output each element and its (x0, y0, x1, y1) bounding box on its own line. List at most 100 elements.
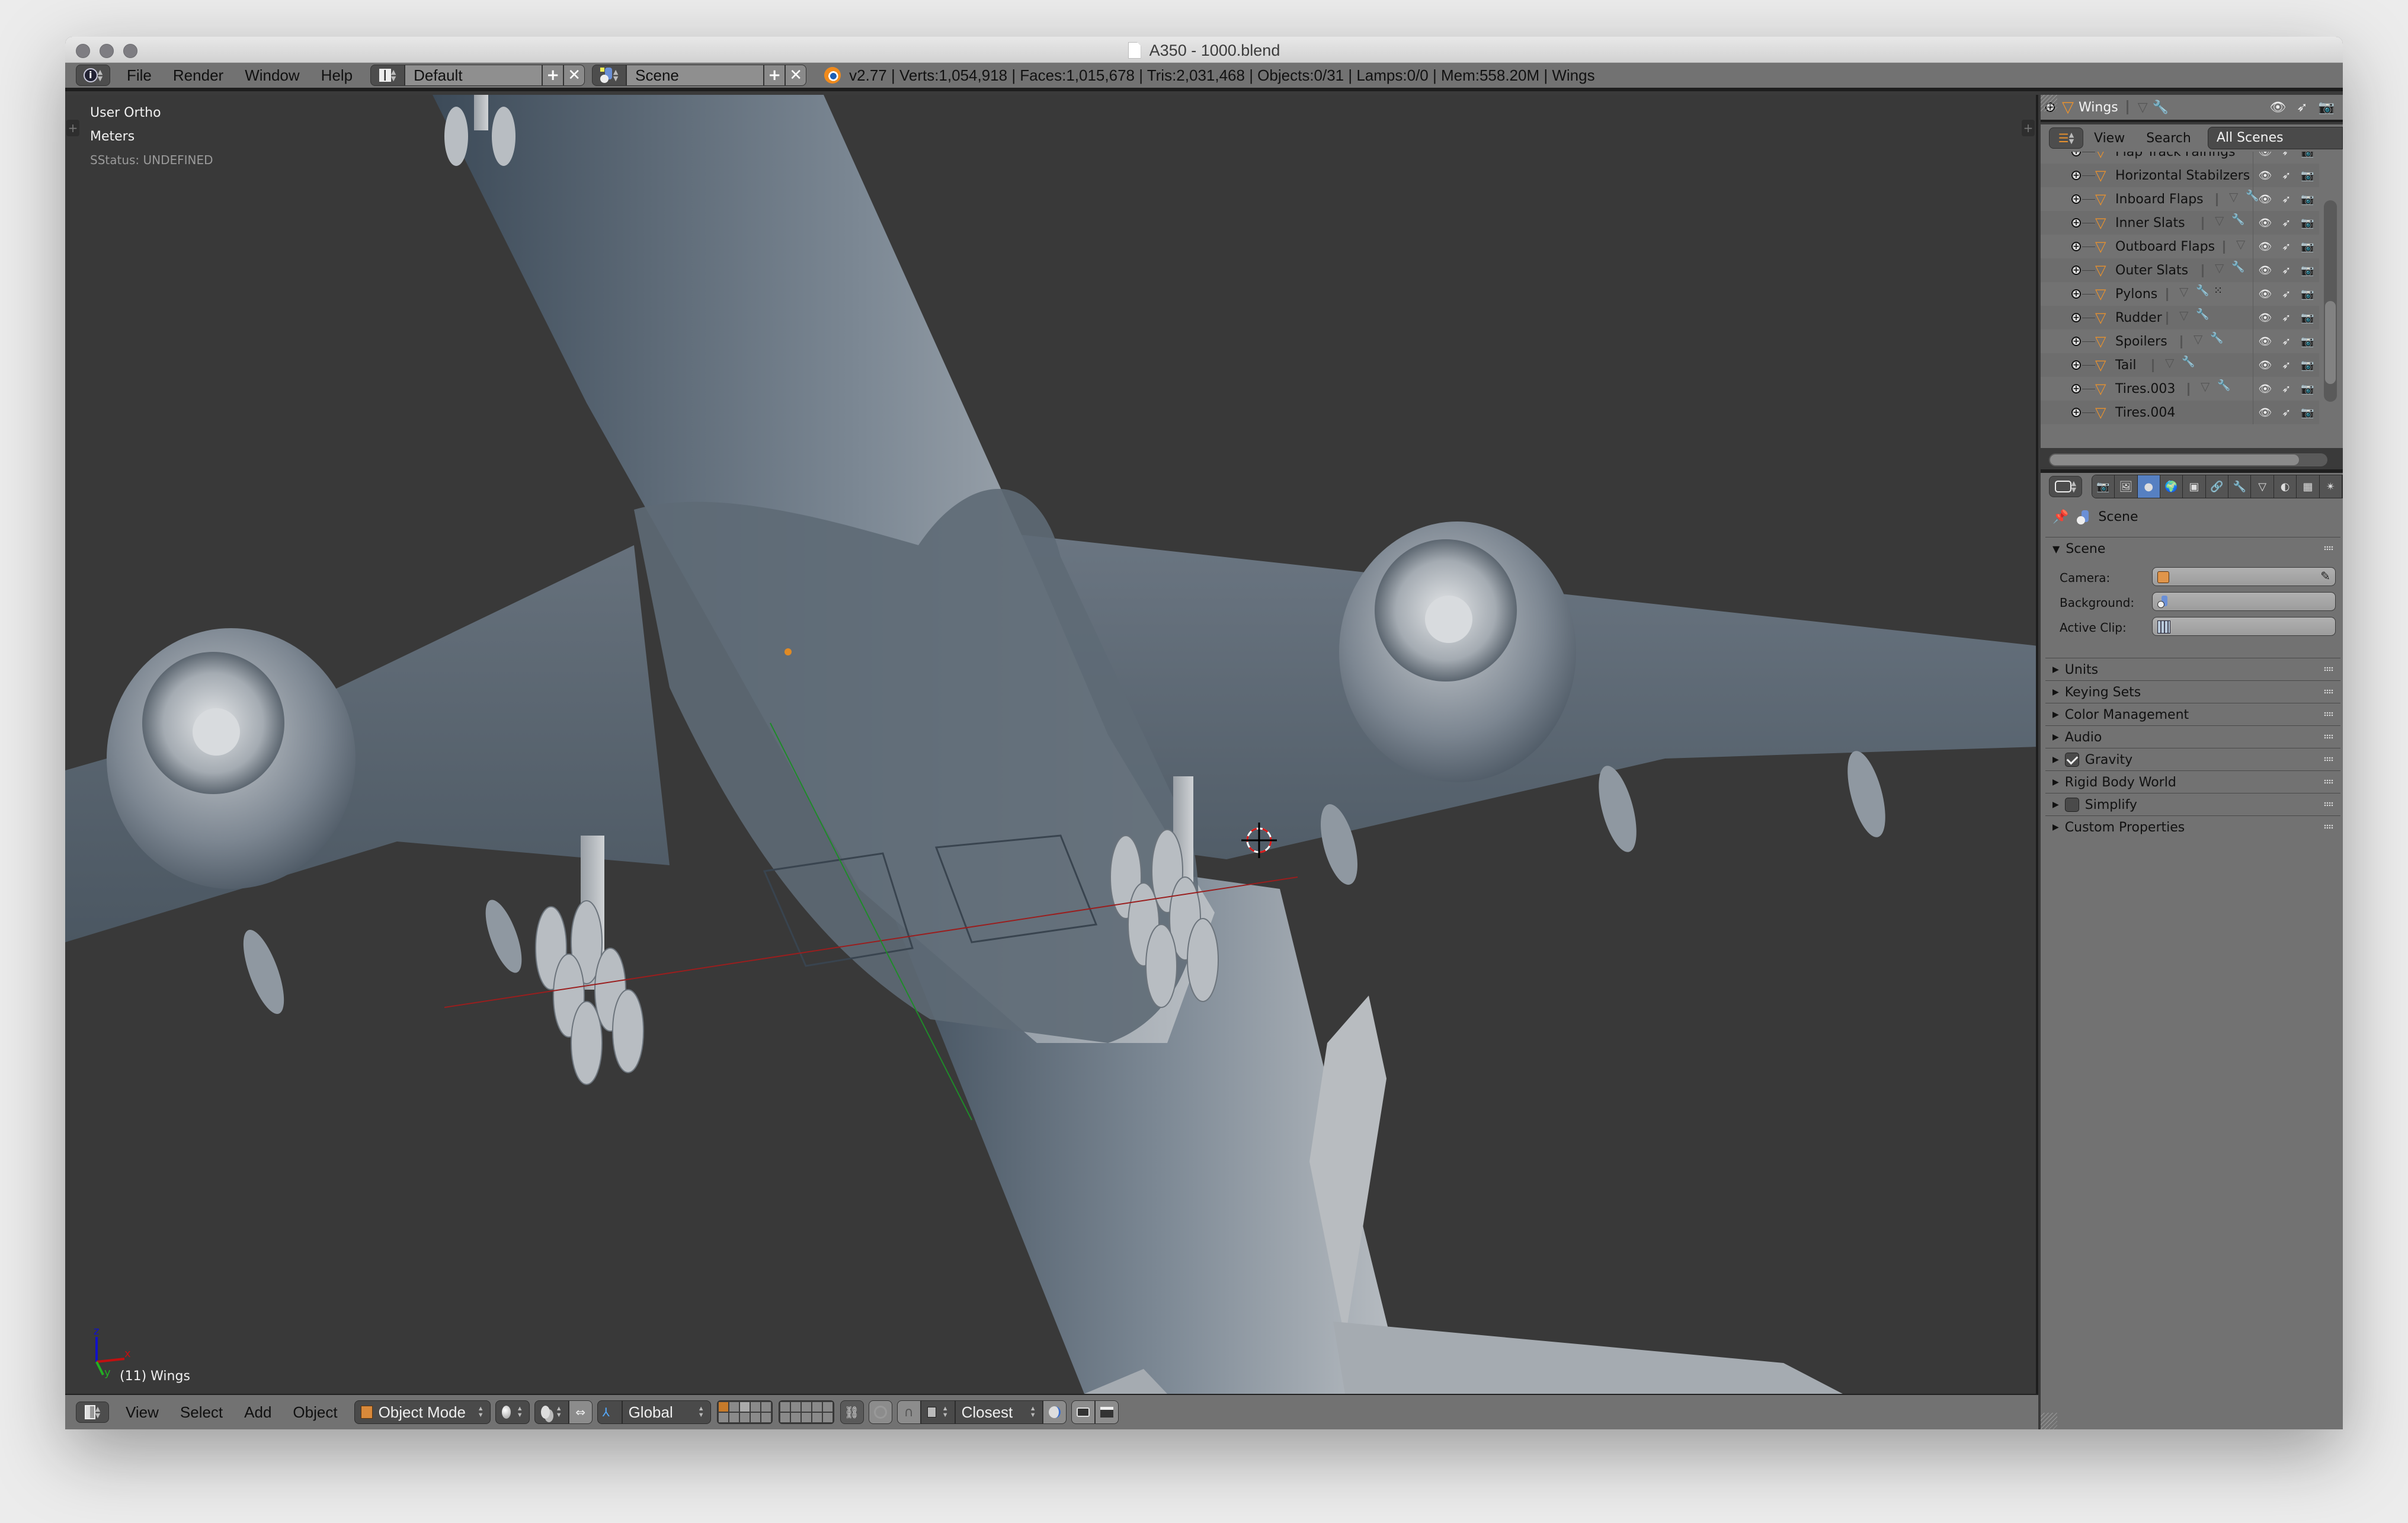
panel-header[interactable]: ▶ Simplify (2045, 794, 2340, 816)
visibility-eye-icon[interactable]: 👁 (2258, 169, 2272, 182)
opengl-render-image-button[interactable] (1071, 1400, 1095, 1424)
outliner-item-name[interactable]: Outboard Flaps (2115, 239, 2215, 254)
snap-target-dropdown[interactable]: Closest ▲ ▼ (955, 1400, 1043, 1424)
area-split-handle[interactable] (2041, 95, 2057, 111)
expand-icon[interactable]: + (2071, 171, 2081, 180)
drag-handle-icon[interactable] (2324, 546, 2333, 551)
visibility-eye-icon[interactable]: 👁 (2258, 288, 2272, 300)
menu-window[interactable]: Window (234, 66, 310, 85)
menu-render[interactable]: Render (162, 66, 234, 85)
outliner-item[interactable]: + ▽ Outboard Flaps 👁 ➶ 📷 ▽ (2041, 235, 2319, 258)
selectability-cursor-icon[interactable]: ➶ (2282, 241, 2291, 253)
drag-handle-icon[interactable] (2324, 667, 2333, 671)
renderability-camera-icon[interactable]: 📷 (2301, 335, 2314, 348)
renderability-camera-icon[interactable]: 📷 (2301, 241, 2314, 253)
selectability-cursor-icon[interactable]: ➶ (2282, 169, 2291, 182)
screen-layout-browse-button[interactable]: ▲ ▼ (370, 65, 405, 86)
renderability-camera-icon[interactable]: 📷 (2301, 264, 2314, 277)
drag-handle-icon[interactable] (2324, 689, 2333, 694)
renderability-camera-icon[interactable]: 📷 (2301, 383, 2314, 395)
manipulate-centers-toggle[interactable]: ⇔ (568, 1400, 593, 1424)
visibility-eye-icon[interactable]: 👁 (2258, 193, 2272, 206)
outliner-item[interactable]: + ▽ Spoilers 👁 ➶ 📷 ▽ 🔧 (2041, 329, 2319, 353)
camera-field[interactable]: ✎ (2152, 567, 2336, 586)
visibility-eye-icon[interactable]: 👁 (2258, 264, 2272, 277)
visibility-eye-icon[interactable]: 👁 (2258, 359, 2272, 372)
selectability-cursor-icon[interactable]: ➶ (2282, 359, 2291, 372)
pivot-point-dropdown[interactable]: ▲ ▼ (534, 1400, 569, 1424)
properties-tab-constraints[interactable]: 🔗 (2205, 475, 2229, 498)
screen-layout-name-field[interactable]: Default (405, 65, 543, 86)
expand-icon[interactable]: + (2071, 360, 2081, 370)
visibility-eye-icon[interactable]: 👁 (2258, 241, 2272, 253)
3d-viewport[interactable]: User Ortho Meters SStatus: UNDEFINED + +… (65, 95, 2038, 1394)
selectability-cursor-icon[interactable]: ➶ (2282, 312, 2291, 324)
active-clip-field[interactable] (2152, 617, 2336, 636)
opengl-render-animation-button[interactable] (1094, 1400, 1119, 1424)
outliner-menu-search[interactable]: Search (2135, 131, 2202, 146)
delete-scene-button[interactable]: ✕ (785, 65, 807, 86)
outliner-item[interactable]: + ▽ Tail 👁 ➶ 📷 ▽ 🔧 (2041, 353, 2319, 377)
visibility-eye-icon[interactable]: 👁 (2258, 335, 2272, 348)
expand-icon[interactable]: + (2071, 289, 2081, 299)
properties-tab-render[interactable]: 📷 (2092, 475, 2115, 498)
outliner-item-name[interactable]: Tires.003 (2115, 382, 2175, 396)
menu-help[interactable]: Help (310, 66, 363, 85)
properties-tab-texture[interactable]: ▦ (2297, 475, 2320, 498)
renderability-camera-icon[interactable]: 📷 (2301, 407, 2314, 419)
properties-tab-data[interactable]: ▽ (2251, 475, 2274, 498)
selectability-cursor-icon[interactable]: ➶ (2282, 383, 2291, 395)
manipulator-toggle[interactable]: ⅄ (597, 1400, 622, 1424)
outliner-item[interactable]: + ▽ Tires.003 👁 ➶ 📷 ▽ 🔧 (2041, 377, 2319, 401)
panel-header[interactable]: ▶ Rigid Body World (2045, 771, 2340, 794)
outliner-item-name[interactable]: Flap Track Fairings (2115, 152, 2236, 159)
visibility-eye-icon[interactable]: 👁 (2258, 407, 2272, 419)
display-mode-dropdown[interactable]: All Scenes (2207, 127, 2343, 149)
add-screen-button[interactable]: + (542, 65, 564, 86)
outliner-vertical-scrollbar[interactable] (2324, 200, 2337, 402)
panel-header[interactable]: ▶ Color Management (2045, 703, 2340, 726)
editor-type-info-button[interactable]: i ▲ ▼ (76, 65, 110, 86)
editor-type-outliner-button[interactable]: ☰ ▲ ▼ (2049, 127, 2083, 149)
editor-type-properties-button[interactable]: ▲ ▼ (2049, 476, 2082, 497)
panel-header[interactable]: ▶ Gravity (2045, 748, 2340, 771)
expand-icon[interactable]: + (2071, 265, 2081, 275)
expand-icon[interactable]: + (2071, 408, 2081, 417)
active-object-name[interactable]: Wings (2079, 100, 2118, 115)
expand-icon[interactable]: + (2071, 242, 2081, 251)
lock-scene-layers-toggle[interactable]: ⛓ (840, 1400, 864, 1424)
outliner-item[interactable]: + ▽ Horizontal Stabilzers 👁 ➶ 📷 (2041, 164, 2319, 187)
panel-enable-checkbox[interactable] (2064, 798, 2079, 812)
properties-tab-world[interactable]: 🌍 (2160, 475, 2183, 498)
viewport-shading-dropdown[interactable]: ▲ ▼ (495, 1400, 530, 1424)
menu-object[interactable]: Object (282, 1403, 348, 1422)
outliner-item-name[interactable]: Inboard Flaps (2115, 192, 2204, 207)
scrollbar-thumb[interactable] (2050, 455, 2299, 465)
eyedropper-icon[interactable]: ✎ (2320, 569, 2330, 583)
layer-buttons-1[interactable] (716, 1400, 773, 1424)
renderability-camera-icon[interactable]: 📷 (2301, 169, 2314, 182)
outliner-item-name[interactable]: Tail (2115, 358, 2137, 373)
layer-buttons-2[interactable] (778, 1400, 834, 1424)
renderability-camera-icon[interactable]: 📷 (2301, 193, 2314, 206)
snap-toggle[interactable]: ∩ (896, 1400, 921, 1424)
area-split-handle[interactable] (2041, 1413, 2057, 1429)
menu-add[interactable]: Add (233, 1403, 282, 1422)
selectability-cursor-icon[interactable]: ➶ (2282, 193, 2291, 206)
mode-dropdown[interactable]: Object Mode ▲ ▼ (354, 1400, 491, 1424)
add-scene-button[interactable]: + (764, 65, 786, 86)
scene-browse-button[interactable]: ▲ ▼ (592, 65, 627, 86)
panel-enable-checkbox[interactable] (2064, 753, 2079, 767)
visibility-eye-icon[interactable]: 👁 (2258, 217, 2272, 229)
menu-view[interactable]: View (115, 1403, 169, 1422)
selectability-cursor-icon[interactable]: ➶ (2297, 100, 2307, 115)
selectability-cursor-icon[interactable]: ➶ (2282, 407, 2291, 419)
selectability-cursor-icon[interactable]: ➶ (2282, 152, 2291, 158)
expand-icon[interactable]: + (2071, 313, 2081, 322)
renderability-camera-icon[interactable]: 📷 (2319, 100, 2335, 115)
visibility-eye-icon[interactable]: 👁 (2258, 152, 2272, 158)
outliner-menu-view[interactable]: View (2083, 131, 2135, 146)
outliner-item-name[interactable]: Horizontal Stabilzers (2115, 168, 2250, 183)
properties-tab-particles[interactable]: ✴ (2319, 475, 2342, 498)
scene-name-field[interactable]: Scene (626, 65, 764, 86)
